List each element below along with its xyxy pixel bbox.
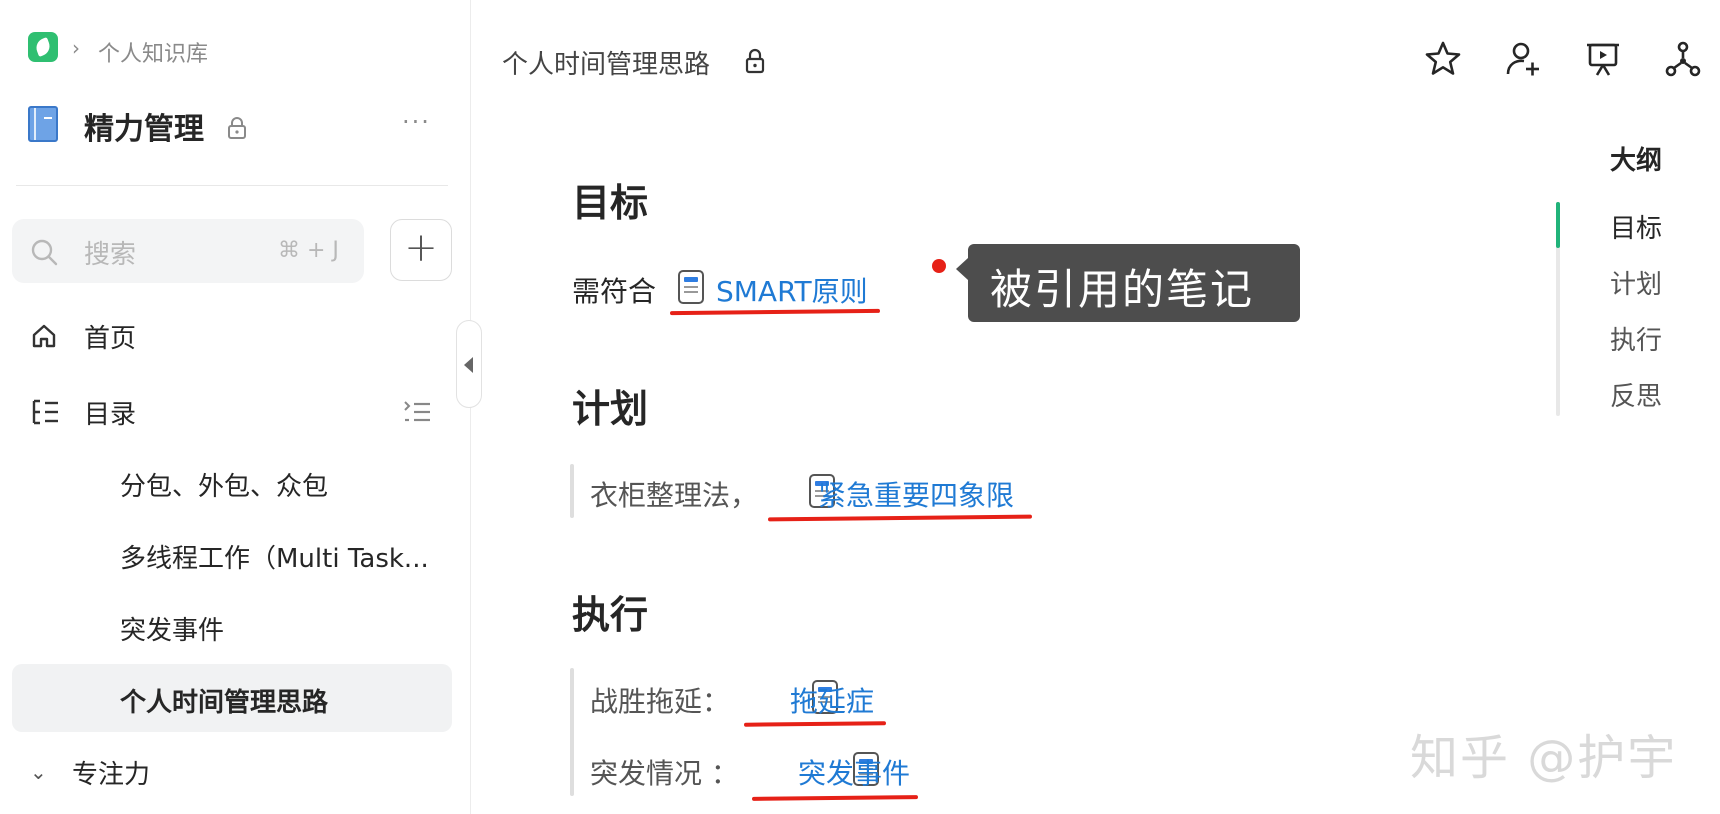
reference-link[interactable]: 紧急重要四象限 (818, 474, 1014, 514)
reference-link[interactable]: 突发事件 (798, 752, 910, 792)
outline-active-indicator (1556, 202, 1560, 248)
quote-bar (570, 464, 574, 518)
section-heading: 目标 (572, 181, 649, 225)
search-icon (31, 239, 58, 266)
sidebar-divider (16, 185, 448, 186)
add-member-icon[interactable] (1504, 40, 1542, 78)
annotation-underline (743, 721, 887, 727)
lock-icon (228, 117, 246, 139)
section-text: 突发情况 ： (590, 757, 739, 790)
nav-toc[interactable]: 目录 (84, 394, 136, 431)
annotation-callout: 被引用的笔记 (956, 244, 1300, 322)
annotation-underline (669, 308, 881, 316)
document-icon (678, 270, 704, 304)
toc-item[interactable]: 分包、外包、众包 (120, 466, 328, 503)
outline-title: 大纲 (1610, 146, 1663, 176)
toc-sort-icon[interactable] (402, 398, 432, 426)
breadcrumb-chevron-icon: › (72, 36, 80, 60)
annotation-underline (767, 514, 1033, 522)
search-shortcut: ⌘ + J (278, 238, 339, 263)
toc-item[interactable]: 多线程工作（Multi Task... (120, 538, 429, 575)
section-text: 衣柜整理法， (590, 479, 759, 512)
star-icon[interactable] (1424, 40, 1462, 78)
reference-link[interactable]: 拖延症 (790, 680, 874, 720)
more-options-button[interactable]: ··· (402, 108, 431, 136)
reference-link[interactable]: SMART原则 (716, 270, 868, 310)
sidebar: › 个人知识库 精力管理 ··· 搜索 ⌘ + J + 首页 目录 分包、外包、… (0, 0, 471, 814)
section-heading: 执行 (572, 593, 649, 637)
graph-icon[interactable] (1664, 40, 1702, 78)
annotation-dot (932, 259, 946, 273)
quote-bar (570, 668, 574, 796)
book-title[interactable]: 精力管理 (84, 104, 204, 148)
annotation-callout-text: 被引用的笔记 (990, 265, 1255, 314)
toc-item[interactable]: 突发事件 (120, 610, 224, 647)
outline-item[interactable]: 目标 (1610, 208, 1662, 245)
outline-item[interactable]: 计划 (1610, 264, 1662, 301)
lock-icon (745, 48, 765, 74)
annotation-underline (751, 795, 919, 801)
breadcrumb-root[interactable]: 个人知识库 (98, 36, 208, 68)
toc-icon (32, 399, 58, 425)
section-text: 需符合 (572, 275, 657, 308)
watermark: 知乎 @护宇 (1410, 730, 1678, 786)
add-button[interactable]: + (390, 219, 452, 281)
nav-home[interactable]: 首页 (84, 318, 136, 355)
outline-item[interactable]: 执行 (1610, 320, 1662, 357)
present-icon[interactable] (1584, 40, 1622, 78)
chevron-down-icon[interactable]: ⌄ (30, 760, 47, 784)
home-icon (32, 324, 56, 348)
section-text: 战胜拖延： (590, 685, 731, 718)
collapse-sidebar-button[interactable] (456, 320, 482, 408)
outline-item[interactable]: 反思 (1610, 376, 1662, 413)
book-icon (28, 106, 58, 142)
search-placeholder: 搜索 (84, 240, 137, 270)
section-heading: 计划 (572, 387, 649, 431)
toc-folder[interactable]: 专注力 (72, 754, 150, 791)
app-logo[interactable] (28, 32, 58, 62)
toc-item-active[interactable]: 个人时间管理思路 (120, 682, 328, 719)
document-title: 个人时间管理思路 (502, 50, 711, 80)
